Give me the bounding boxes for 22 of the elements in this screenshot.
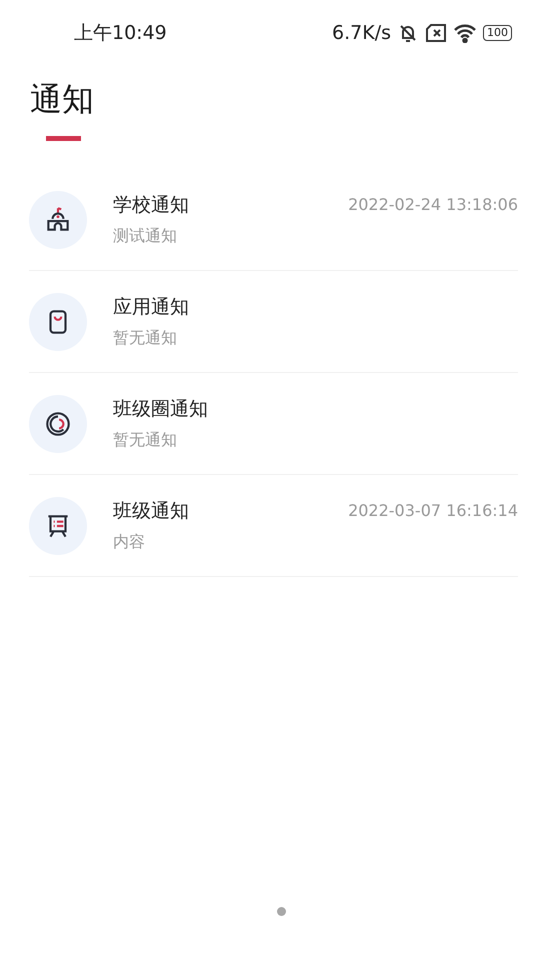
notification-title: 应用通知 (113, 295, 190, 320)
notification-preview: 测试通知 (113, 226, 178, 247)
page-title: 通知 (30, 79, 95, 120)
notification-item[interactable]: 班级圈通知 暂无通知 (29, 373, 518, 475)
notification-preview: 暂无通知 (113, 328, 178, 349)
notification-time: 2022-03-07 16:16:14 (348, 501, 518, 520)
notification-preview: 暂无通知 (113, 430, 178, 451)
page-indicator (277, 907, 286, 916)
notification-preview: 内容 (113, 532, 146, 553)
sim-card-icon (425, 23, 447, 43)
title-underline (46, 136, 81, 141)
wifi-icon (453, 23, 477, 43)
notification-title: 学校通知 (113, 193, 190, 218)
notification-item[interactable]: 班级通知 内容 2022-03-07 16:16:14 (29, 475, 518, 577)
notification-item[interactable]: 应用通知 暂无通知 (29, 271, 518, 373)
notification-time: 2022-02-24 13:18:06 (348, 195, 518, 214)
battery-indicator: 100 (483, 25, 512, 41)
notification-item[interactable]: 学校通知 测试通知 2022-02-24 13:18:06 (29, 169, 518, 271)
status-time: 上午10:49 (74, 21, 167, 46)
notification-title: 班级圈通知 (113, 397, 209, 422)
notification-title: 班级通知 (113, 499, 190, 524)
network-speed: 6.7K/s (332, 22, 391, 44)
